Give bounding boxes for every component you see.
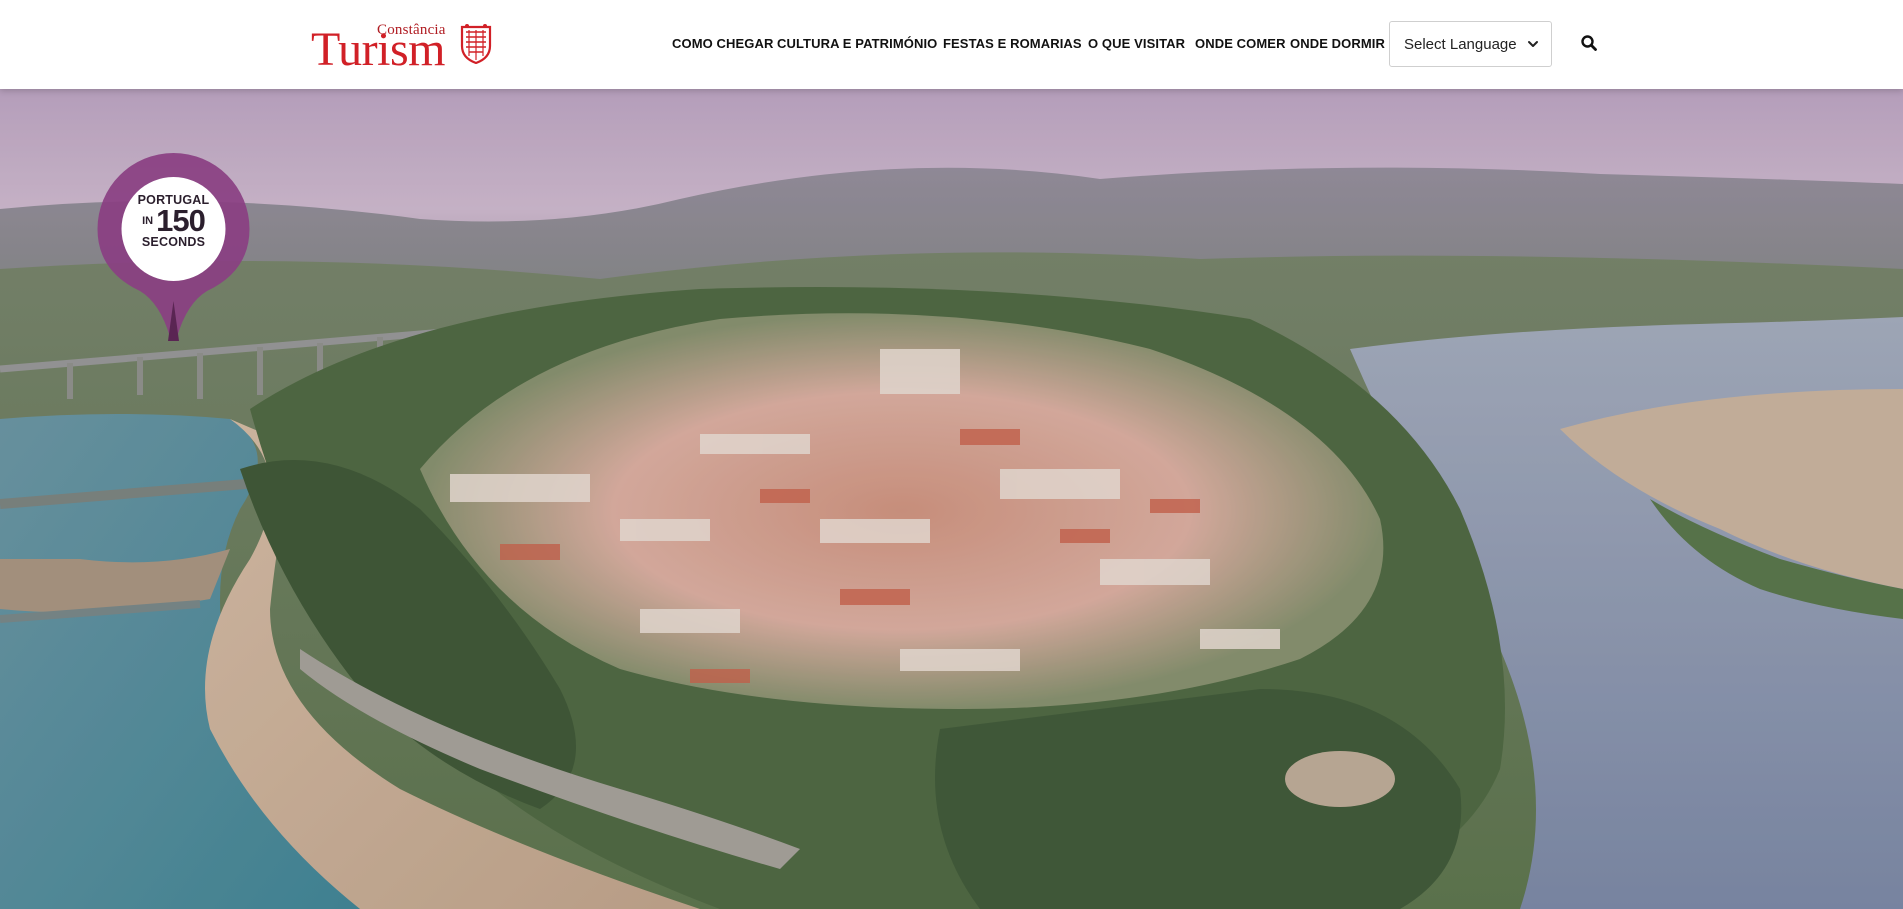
main-navigation: COMO CHEGAR CULTURA E PATRIMÓNIO FESTAS … <box>0 0 1903 89</box>
search-icon <box>1581 35 1597 51</box>
site-header: Constância Turism COMO CHEGAR CULTURA E … <box>0 0 1903 89</box>
badge-line-number: IN150 <box>121 205 226 236</box>
nav-item-o-que-visitar[interactable]: O QUE VISITAR <box>1088 36 1185 51</box>
nav-item-cultura-e-patrimonio[interactable]: CULTURA E PATRIMÓNIO <box>777 36 937 51</box>
search-button[interactable] <box>1580 34 1598 52</box>
nav-item-onde-comer[interactable]: ONDE COMER <box>1195 36 1286 51</box>
badge-in: IN <box>142 215 154 227</box>
hero-video[interactable]: PORTUGAL IN150 SECONDS <box>0 89 1903 909</box>
portugal-150-seconds-badge[interactable]: PORTUGAL IN150 SECONDS <box>95 151 252 341</box>
aerial-town-image <box>0 89 1903 909</box>
language-select-value: Select Language <box>1404 35 1517 53</box>
nav-item-festas-e-romarias[interactable]: FESTAS E ROMARIAS <box>943 36 1082 51</box>
chevron-down-icon <box>1528 41 1538 47</box>
badge-label: PORTUGAL IN150 SECONDS <box>121 193 226 249</box>
language-select[interactable]: Select Language <box>1389 21 1552 67</box>
badge-number: 150 <box>156 203 206 238</box>
badge-line-seconds: SECONDS <box>141 235 206 249</box>
nav-item-como-chegar[interactable]: COMO CHEGAR <box>672 36 774 51</box>
nav-item-onde-dormir[interactable]: ONDE DORMIR <box>1290 36 1385 51</box>
